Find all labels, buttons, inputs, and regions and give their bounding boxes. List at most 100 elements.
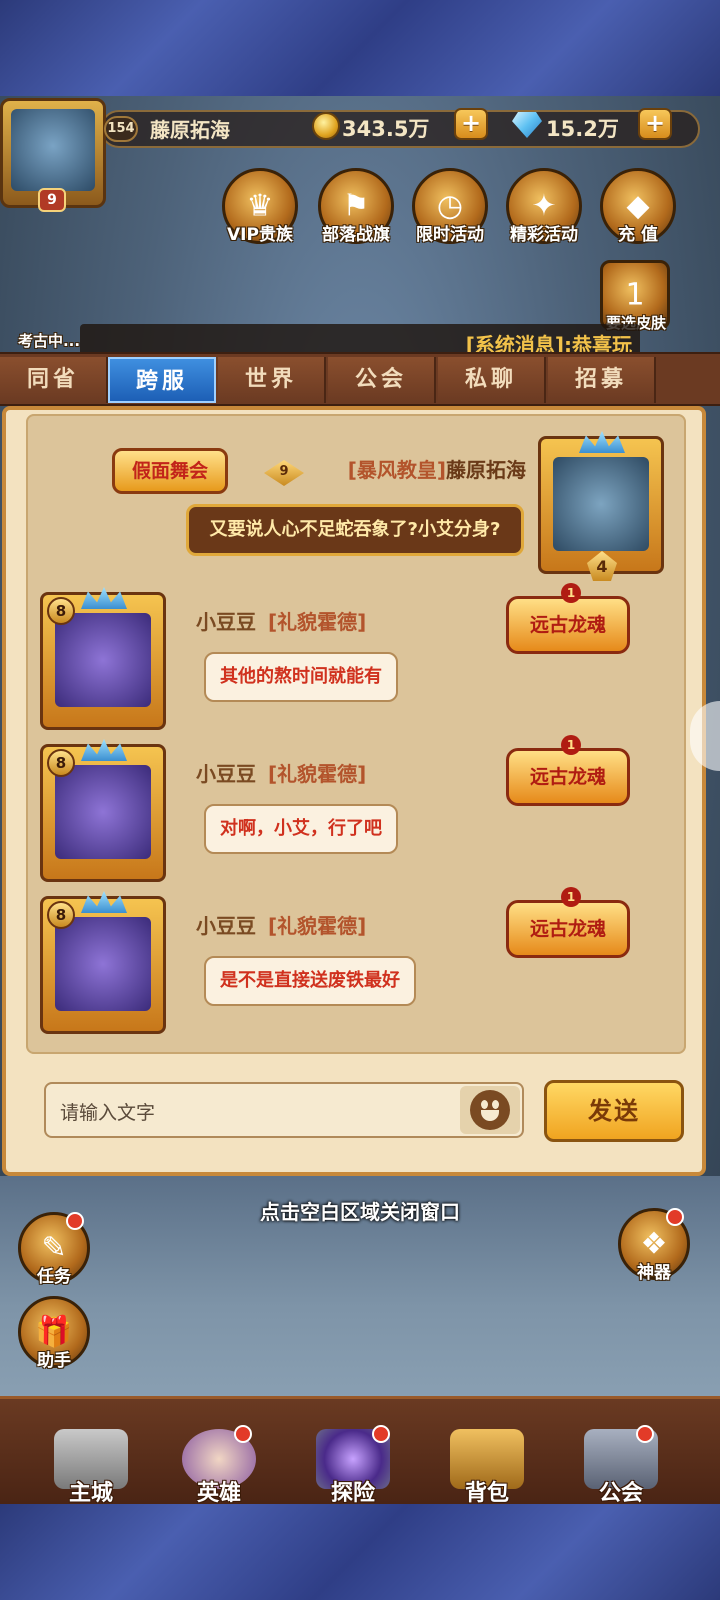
portrait-crown-icon bbox=[81, 891, 127, 913]
self-chat-portrait[interactable]: 4 bbox=[538, 431, 664, 581]
war-banner-icon: ⚑ bbox=[342, 188, 370, 224]
sender-portrait[interactable]: 8 bbox=[40, 587, 166, 730]
send-button[interactable]: 发送 bbox=[544, 1080, 684, 1142]
tab-province[interactable]: 同省 bbox=[0, 357, 108, 403]
gold-coin-icon bbox=[312, 112, 340, 140]
tab-world[interactable]: 世界 bbox=[218, 357, 326, 403]
diamond-amount: 15.2万 bbox=[546, 117, 619, 141]
avatar-level-badge: 9 bbox=[38, 188, 66, 212]
recharge-label: 充 值 bbox=[618, 225, 658, 245]
dragon-hero-portrait bbox=[55, 917, 151, 1011]
portrait-crown-icon bbox=[81, 739, 127, 761]
chat-bubble: 对啊，小艾，行了吧 bbox=[204, 804, 398, 854]
explore-notification-dot bbox=[372, 1425, 390, 1443]
self-player-name: 藤原拓海 bbox=[446, 458, 526, 482]
smiley-icon bbox=[470, 1090, 510, 1130]
sender-portrait[interactable]: 8 bbox=[40, 739, 166, 882]
sender-name: 小豆豆 bbox=[196, 914, 256, 938]
sender-name-line: 小豆豆 [礼貌霍德] bbox=[196, 758, 366, 787]
sender-level: 8 bbox=[47, 901, 75, 929]
badge-number: 1 bbox=[561, 887, 581, 907]
crown-icon: ♛ bbox=[246, 188, 274, 224]
nav-heroes[interactable]: 英雄 bbox=[164, 1429, 274, 1504]
featured-event-label: 精彩活动 bbox=[510, 225, 578, 245]
sender-name: 小豆豆 bbox=[196, 610, 256, 634]
game-screen: 9 154 藤原拓海 343.5万 + 15.2万 + ♛ VIP贵族 ⚑ 部落… bbox=[0, 96, 720, 1504]
limited-event-label: 限时活动 bbox=[416, 225, 484, 245]
nav-backpack[interactable]: 背包 bbox=[432, 1429, 542, 1504]
chat-message-list[interactable]: 假面舞会 9 [暴风教皇]藤原拓海 又要说人心不足蛇吞象了?小艾分身? 4 8 … bbox=[26, 414, 686, 1054]
artifact-label: 神器 bbox=[637, 1263, 671, 1283]
avatar-portrait bbox=[11, 109, 95, 191]
sender-name: 小豆豆 bbox=[196, 762, 256, 786]
gold-amount: 343.5万 bbox=[342, 117, 430, 141]
sender-name-line: 小豆豆 [礼貌霍德] bbox=[196, 910, 366, 939]
chat-input-placeholder: 请输入文字 bbox=[60, 1102, 156, 1124]
self-name-line: [暴风教皇]藤原拓海 bbox=[348, 454, 526, 483]
artifact-notification-dot bbox=[666, 1208, 684, 1226]
gem-icon: ◆ bbox=[626, 188, 650, 224]
sender-name-line: 小豆豆 [礼貌霍德] bbox=[196, 606, 366, 635]
emoji-button[interactable] bbox=[460, 1086, 520, 1134]
nav-guild[interactable]: 公会 bbox=[566, 1429, 676, 1504]
assistant-label: 助手 bbox=[37, 1351, 71, 1371]
quest-label: 任务 bbox=[37, 1267, 71, 1287]
self-chat-bubble: 又要说人心不足蛇吞象了?小艾分身? bbox=[186, 504, 524, 556]
badge-title: 远古龙魂 bbox=[529, 918, 606, 940]
ancient-dragon-soul-badge: 1 远古龙魂 bbox=[506, 583, 630, 654]
self-level-badge: 9 bbox=[264, 460, 304, 486]
ancient-dragon-soul-badge: 1 远古龙魂 bbox=[506, 735, 630, 806]
chat-bubble: 其他的熬时间就能有 bbox=[204, 652, 398, 702]
self-portrait-level: 4 bbox=[587, 551, 617, 581]
vip-label: VIP贵族 bbox=[227, 225, 293, 245]
ancient-dragon-soul-badge: 1 远古龙魂 bbox=[506, 887, 630, 958]
badge-title: 远古龙魂 bbox=[529, 766, 606, 788]
scroll-icon: ✦ bbox=[531, 188, 557, 224]
nav-heroes-label: 英雄 bbox=[196, 1481, 241, 1504]
bottom-navigation: 主城 英雄 探险 背包 公会 bbox=[0, 1396, 720, 1504]
gift-icon: 🎁 bbox=[35, 1314, 73, 1350]
sender-guild: [礼貌霍德] bbox=[268, 762, 367, 786]
self-guild: [暴风教皇] bbox=[347, 458, 446, 482]
tab-private[interactable]: 私聊 bbox=[438, 357, 546, 403]
outer-border-top bbox=[0, 0, 720, 96]
quest-icon: ✎ bbox=[41, 1230, 67, 1266]
close-hint[interactable]: 点击空白区域关闭窗口 bbox=[0, 1196, 720, 1225]
nav-backpack-label: 背包 bbox=[464, 1481, 509, 1504]
nav-main-city-label: 主城 bbox=[68, 1481, 113, 1504]
war-banner-label: 部落战旗 bbox=[322, 225, 390, 245]
chat-bubble: 是不是直接送废铁最好 bbox=[204, 956, 416, 1006]
heroes-notification-dot bbox=[234, 1425, 252, 1443]
portrait-crown-icon bbox=[81, 587, 127, 609]
tab-cross-server[interactable]: 跨服 bbox=[108, 357, 216, 403]
nav-explore[interactable]: 探险 bbox=[298, 1429, 408, 1504]
sender-portrait[interactable]: 8 bbox=[40, 891, 166, 1034]
sender-guild: [礼貌霍德] bbox=[268, 914, 367, 938]
badge-number: 1 bbox=[561, 735, 581, 755]
dragon-hero-portrait bbox=[55, 613, 151, 707]
skin-count: 1 bbox=[625, 277, 645, 313]
sender-guild: [礼貌霍德] bbox=[268, 610, 367, 634]
badge-title: 远古龙魂 bbox=[529, 614, 606, 636]
nav-guild-label: 公会 bbox=[598, 1481, 643, 1504]
player-name: 藤原拓海 bbox=[150, 118, 230, 142]
nav-explore-label: 探险 bbox=[330, 1481, 375, 1504]
guild-notification-dot bbox=[636, 1425, 654, 1443]
sender-level: 8 bbox=[47, 597, 75, 625]
badge-number: 1 bbox=[561, 583, 581, 603]
sender-level: 8 bbox=[47, 749, 75, 777]
portrait-crown-icon bbox=[579, 431, 625, 453]
shark-hero-portrait bbox=[553, 457, 649, 551]
dragon-hero-portrait bbox=[55, 765, 151, 859]
tab-recruit[interactable]: 招募 bbox=[548, 357, 656, 403]
add-diamond-button[interactable]: + bbox=[638, 108, 672, 140]
quest-notification-dot bbox=[66, 1212, 84, 1230]
outer-border-bottom bbox=[0, 1504, 720, 1600]
tab-guild[interactable]: 公会 bbox=[328, 357, 436, 403]
add-gold-button[interactable]: + bbox=[454, 108, 488, 140]
masquerade-badge: 假面舞会 bbox=[112, 448, 228, 494]
nav-main-city[interactable]: 主城 bbox=[36, 1429, 146, 1504]
chat-input[interactable]: 请输入文字 bbox=[44, 1082, 524, 1138]
player-level: 154 bbox=[104, 116, 138, 142]
clock-icon: ◷ bbox=[436, 188, 464, 224]
